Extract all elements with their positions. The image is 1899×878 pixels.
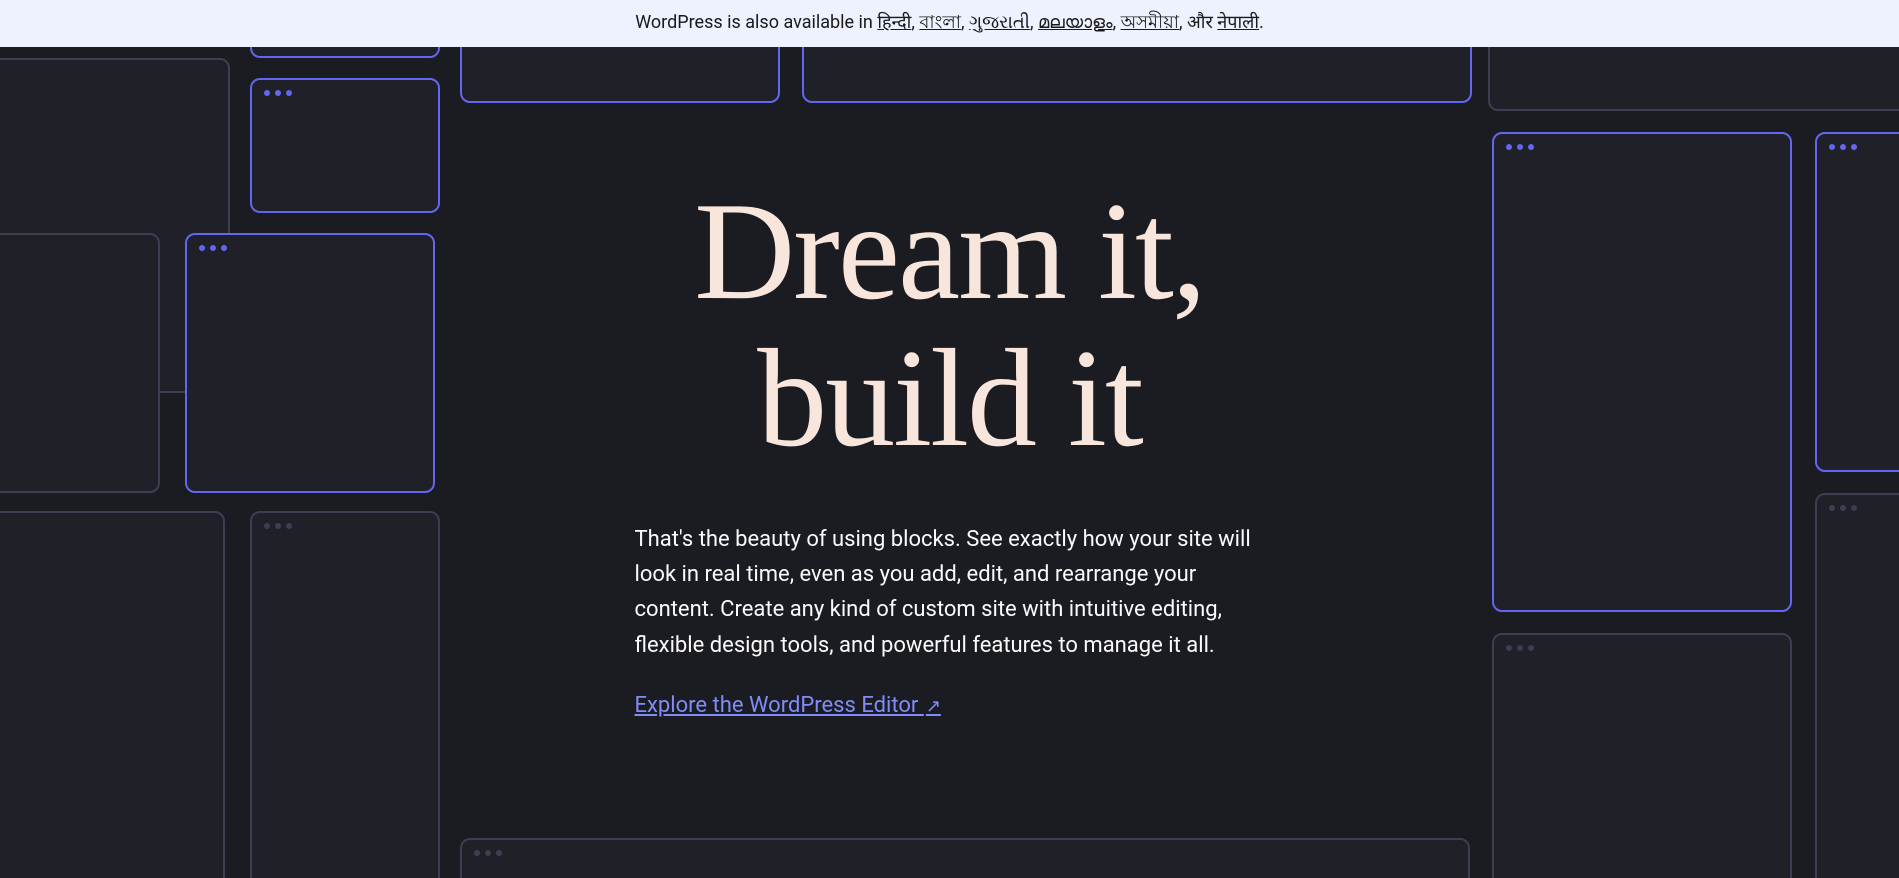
decorative-block (1488, 38, 1899, 111)
decorative-block (185, 233, 435, 493)
banner-and: और (1187, 12, 1213, 33)
explore-editor-link[interactable]: Explore the WordPress Editor ↗ (600, 693, 1300, 718)
hero-description: That's the beauty of using blocks. See e… (600, 522, 1300, 663)
external-link-icon: ↗ (926, 696, 941, 717)
hero-title: Dream it, build it (600, 178, 1300, 472)
hero-title-line1: Dream it, (694, 174, 1205, 329)
lang-link-assamese[interactable]: অসমীয়া (1121, 12, 1179, 33)
decorative-block (1815, 493, 1899, 878)
hero-section: Dream it, build it That's the beauty of … (0, 38, 1899, 878)
decorative-block (1815, 132, 1899, 472)
decorative-block (0, 511, 225, 878)
hero-title-line2: build it (757, 321, 1142, 476)
decorative-block (250, 78, 440, 213)
hero-content: Dream it, build it That's the beauty of … (600, 178, 1300, 718)
lang-link-nepali[interactable]: नेपाली (1217, 12, 1259, 33)
decorative-block (1492, 633, 1792, 878)
decorative-block (802, 38, 1472, 103)
decorative-block (250, 511, 440, 878)
decorative-block (0, 233, 160, 493)
language-banner: WordPress is also available in हिन्दी, ব… (0, 0, 1899, 47)
banner-prefix: WordPress is also available in (635, 12, 877, 33)
decorative-block (460, 38, 780, 103)
lang-link-malayalam[interactable]: മലയാളം (1038, 12, 1113, 33)
decorative-block (460, 838, 1470, 878)
lang-link-gujarati[interactable]: ગુજરાતી (969, 12, 1030, 33)
lang-link-hindi[interactable]: हिन्दी (877, 12, 911, 33)
link-text: Explore the WordPress Editor (635, 693, 919, 718)
decorative-block (1492, 132, 1792, 612)
lang-link-bengali[interactable]: বাংলা (919, 12, 961, 33)
